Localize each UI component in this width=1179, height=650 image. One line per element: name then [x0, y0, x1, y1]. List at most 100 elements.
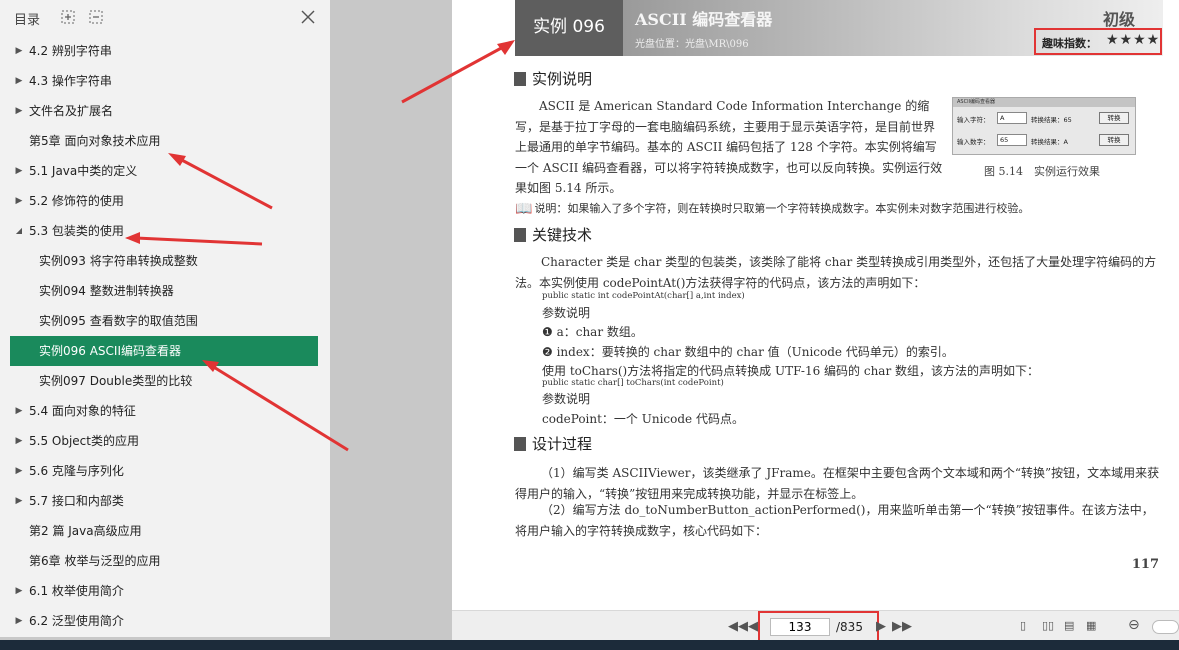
toc-item-4-3[interactable]: ▶ 4.3 操作字符串	[0, 66, 330, 96]
section-mark-icon	[514, 437, 526, 451]
toc-item-label: 5.1 Java中类的定义	[29, 164, 138, 178]
paragraph-design-2: （2）编写方法 do_toNumberButton_actionPerforme…	[515, 503, 1154, 538]
os-taskbar	[0, 640, 1179, 650]
figure-window-title: ASCII编码查看器	[953, 98, 1135, 107]
toc-item-example-095[interactable]: 实例095 查看数字的取值范围	[0, 306, 330, 336]
toc-item-5-5[interactable]: ▶ 5.5 Object类的应用	[0, 426, 330, 456]
difficulty-level: 初级	[1102, 10, 1135, 29]
collapse-all-icon[interactable]	[88, 9, 104, 25]
toc-item-label: 5.2 修饰符的使用	[29, 194, 124, 208]
param-index: ❷ index：要转换的 char 数组中的 char 值（Unicode 代码…	[542, 345, 954, 359]
zoom-out-icon[interactable]: ⊖	[1128, 617, 1142, 633]
toc-item-6-1[interactable]: ▶ 6.1 枚举使用简介	[0, 576, 330, 606]
fun-index-highlight: 趣味指数： ★★★★	[1034, 28, 1162, 55]
toc-item-5-4[interactable]: ▶ 5.4 面向对象的特征	[0, 396, 330, 426]
toc-item-label: 文件名及扩展名	[29, 104, 114, 118]
paragraph-intro: ASCII 是 American Standard Code Informati…	[515, 99, 943, 195]
example-title: ASCII 编码查看器	[635, 10, 773, 29]
toc-item-label: 实例094 整数进制转换器	[39, 284, 174, 298]
next-page-icon[interactable]: ▶	[876, 619, 886, 634]
toc-item-example-096[interactable]: 实例096 ASCII编码查看器	[10, 336, 318, 366]
section-title-description: 实例说明	[514, 68, 592, 89]
toc-list: ▶ 4.2 辨别字符串 ▶ 4.3 操作字符串 ▶ 文件名及扩展名 第5章 面向对象技…	[0, 36, 330, 636]
expand-arrow-icon[interactable]: ▶	[14, 66, 24, 96]
prev-page-icon[interactable]: ◀	[748, 619, 758, 634]
code-decl-tochars: public static char[] toChars(int codePoi…	[542, 378, 724, 388]
paragraph-key-tech: Character 类是 char 类型的包装类，该类除了能将 char 类型转…	[515, 255, 1157, 290]
toc-item-label: 实例095 查看数字的取值范围	[39, 314, 198, 328]
continuous-view-icon[interactable]: ▤	[1064, 619, 1078, 633]
toc-item-label: 第6章 枚举与泛型的应用	[29, 554, 161, 568]
toc-item-6-2[interactable]: ▶ 6.2 泛型使用简介	[0, 606, 330, 636]
figure-row-char: 输入字符： A 转换结果：65 转换	[957, 110, 1133, 126]
expand-arrow-icon[interactable]: ▶	[14, 156, 24, 186]
figure-caption: 图 5.14 实例运行效果	[984, 165, 1100, 178]
toc-item-part-2[interactable]: 第2 篇 Java高级应用	[0, 516, 330, 546]
toc-item-5-6[interactable]: ▶ 5.6 克隆与序列化	[0, 456, 330, 486]
expand-arrow-icon[interactable]: ▶	[14, 426, 24, 456]
toc-item-label: 4.2 辨别字符串	[29, 44, 112, 58]
toc-item-label: 5.7 接口和内部类	[29, 494, 124, 508]
expand-arrow-icon[interactable]: ▶	[14, 456, 24, 486]
disc-location: 光盘位置：光盘\MR\096	[635, 39, 749, 50]
param-heading-1: 参数说明	[542, 306, 591, 320]
book-view-icon[interactable]: ▦	[1086, 619, 1100, 633]
viewer-background	[330, 0, 452, 637]
toc-item-chapter-6[interactable]: 第6章 枚举与泛型的应用	[0, 546, 330, 576]
param-codepoint: codePoint：一个 Unicode 代码点。	[542, 412, 744, 426]
collapse-arrow-icon[interactable]: ◢	[14, 216, 24, 246]
toc-item-example-097[interactable]: 实例097 Double类型的比较	[0, 366, 330, 396]
expand-arrow-icon[interactable]: ▶	[14, 606, 24, 636]
toc-item-label: 4.3 操作字符串	[29, 74, 112, 88]
toc-item-label: 5.5 Object类的应用	[29, 434, 139, 448]
toc-item-4-2[interactable]: ▶ 4.2 辨别字符串	[0, 36, 330, 66]
toc-item-label: 实例096 ASCII编码查看器	[39, 344, 182, 358]
code-decl-codepointat: public static int codePointAt(char[] a,i…	[542, 291, 745, 301]
first-page-icon[interactable]: ◀◀	[728, 619, 748, 634]
paragraph-design-1: （1）编写类 ASCIIViewer，该类继承了 JFrame。在框架中主要包含…	[515, 466, 1160, 501]
page-number-input[interactable]	[770, 618, 830, 636]
expand-arrow-icon[interactable]: ▶	[14, 96, 24, 126]
sidebar-header: 目录	[0, 0, 330, 34]
toc-item-filenames[interactable]: ▶ 文件名及扩展名	[0, 96, 330, 126]
toc-item-label: 5.3 包装类的使用	[29, 224, 124, 238]
section-title-key-tech: 关键技术	[514, 224, 592, 245]
toc-item-label: 6.1 枚举使用简介	[29, 584, 124, 598]
sidebar-title: 目录	[14, 13, 41, 28]
toc-item-example-094[interactable]: 实例094 整数进制转换器	[0, 276, 330, 306]
figure-screenshot: ASCII编码查看器 输入字符： A 转换结果：65 转换 输入数字： 65 转…	[952, 97, 1136, 155]
fun-index-stars: ★★★★	[1106, 32, 1161, 48]
toc-item-label: 第2 篇 Java高级应用	[29, 524, 142, 538]
example-number: 实例 096	[515, 0, 623, 56]
page-nav-bar: ◀◀ ◀ /835 ▶ ▶▶ ▯ ▯▯ ▤ ▦ ⊖	[452, 610, 1179, 643]
expand-arrow-icon[interactable]: ▶	[14, 186, 24, 216]
zoom-slider[interactable]	[1152, 620, 1179, 634]
last-page-icon[interactable]: ▶▶	[892, 619, 912, 634]
book-icon: 📖	[515, 201, 533, 217]
expand-arrow-icon[interactable]: ▶	[14, 36, 24, 66]
expand-arrow-icon[interactable]: ▶	[14, 576, 24, 606]
expand-all-icon[interactable]	[60, 9, 76, 25]
toc-item-5-3[interactable]: ◢ 5.3 包装类的使用	[0, 216, 330, 246]
toc-item-label: 实例097 Double类型的比较	[39, 374, 193, 388]
toc-item-5-1[interactable]: ▶ 5.1 Java中类的定义	[0, 156, 330, 186]
note-line: 📖 说明：如果输入了多个字符，则在转换时只取第一个字符转换成数字。本实例未对数字范…	[515, 201, 1030, 217]
toc-item-chapter-5[interactable]: 第5章 面向对象技术应用	[0, 126, 330, 156]
single-page-view-icon[interactable]: ▯	[1020, 619, 1034, 633]
toc-item-5-7[interactable]: ▶ 5.7 接口和内部类	[0, 486, 330, 516]
toc-sidebar: 目录 ▶ 4.2 辨别字符串 ▶ 4.3 操作字符串 ▶ 文件名及扩展名 第5章 面向…	[0, 0, 330, 637]
toc-item-example-093[interactable]: 实例093 将字符串转换成整数	[0, 246, 330, 276]
toc-item-label: 实例093 将字符串转换成整数	[39, 254, 198, 268]
toc-item-label: 第5章 面向对象技术应用	[29, 134, 161, 148]
two-page-view-icon[interactable]: ▯▯	[1042, 619, 1056, 633]
param-a: ❶ a：char 数组。	[542, 325, 643, 339]
close-icon[interactable]	[298, 7, 318, 27]
section-mark-icon	[514, 228, 526, 242]
expand-arrow-icon[interactable]: ▶	[14, 486, 24, 516]
page-number: 117	[1131, 557, 1159, 572]
expand-arrow-icon[interactable]: ▶	[14, 396, 24, 426]
section-mark-icon	[514, 72, 526, 86]
toc-item-5-2[interactable]: ▶ 5.2 修饰符的使用	[0, 186, 330, 216]
toc-item-label: 5.6 克隆与序列化	[29, 464, 124, 478]
toc-item-label: 5.4 面向对象的特征	[29, 404, 136, 418]
